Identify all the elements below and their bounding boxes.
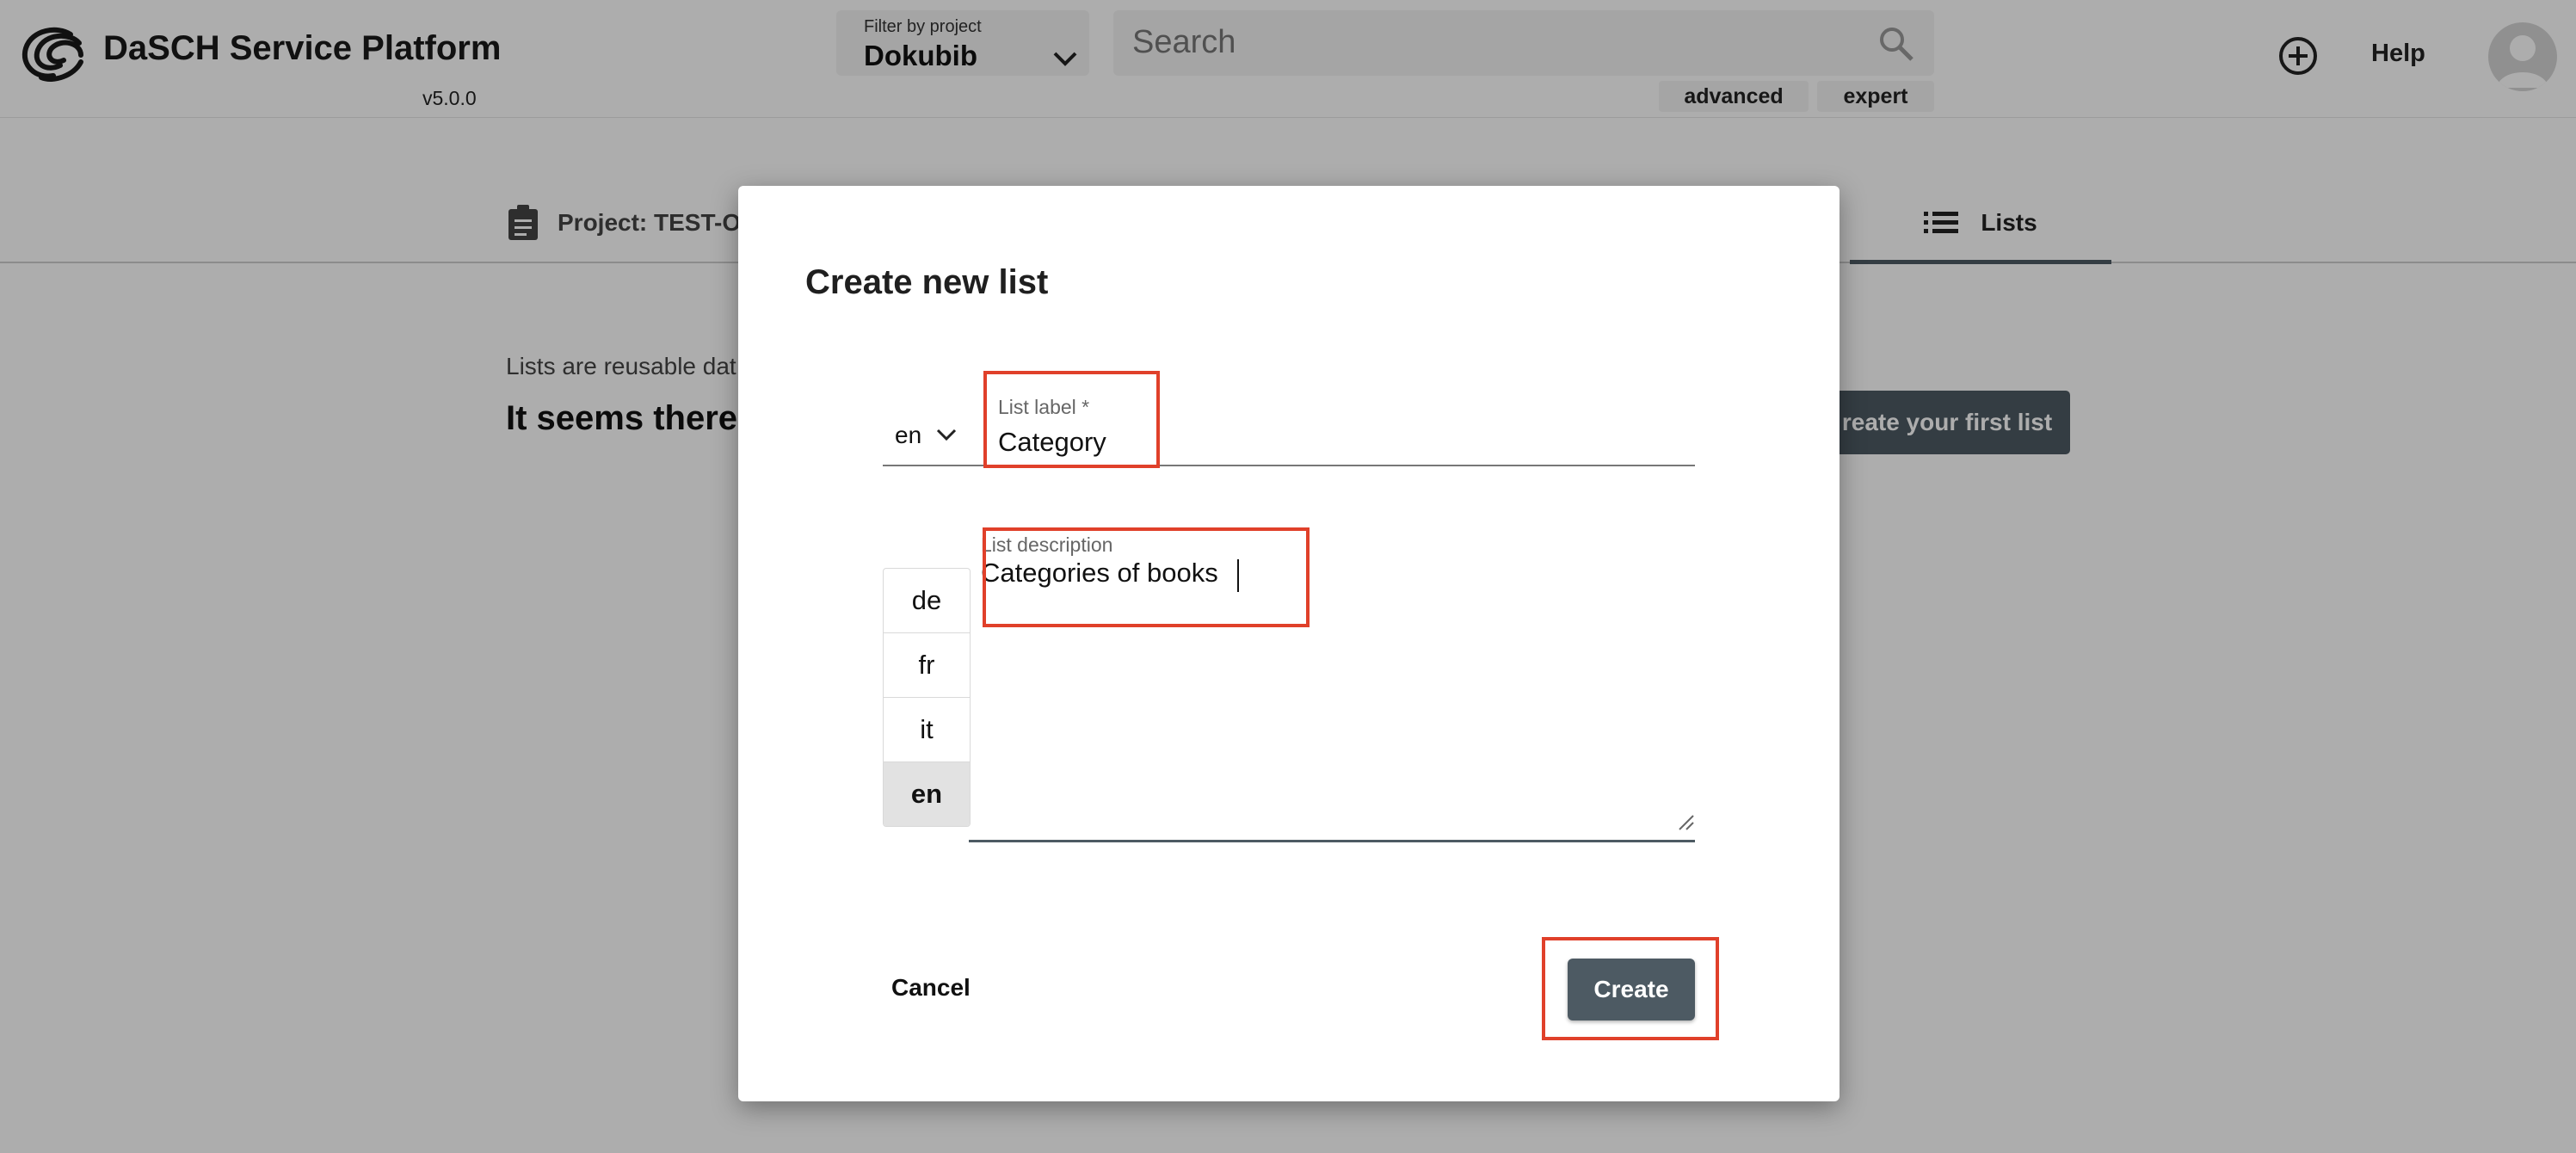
highlight-box-description: [983, 527, 1310, 627]
label-language-select[interactable]: en: [895, 422, 958, 449]
highlight-box-create: [1542, 937, 1719, 1040]
lang-tab-de[interactable]: de: [884, 569, 970, 633]
lang-tab-en[interactable]: en: [884, 762, 970, 826]
resize-handle-icon[interactable]: [1676, 812, 1695, 831]
chevron-down-icon: [937, 429, 957, 441]
lang-tab-it[interactable]: it: [884, 698, 970, 762]
create-list-dialog: Create new list en List label * Category…: [738, 186, 1840, 1101]
highlight-box-label: [983, 371, 1160, 468]
lang-tab-fr[interactable]: fr: [884, 633, 970, 698]
label-language-value: en: [895, 422, 922, 448]
description-language-tabs: de fr it en: [883, 568, 971, 827]
dialog-title: Create new list: [805, 263, 1049, 301]
cancel-button[interactable]: Cancel: [891, 974, 971, 1002]
